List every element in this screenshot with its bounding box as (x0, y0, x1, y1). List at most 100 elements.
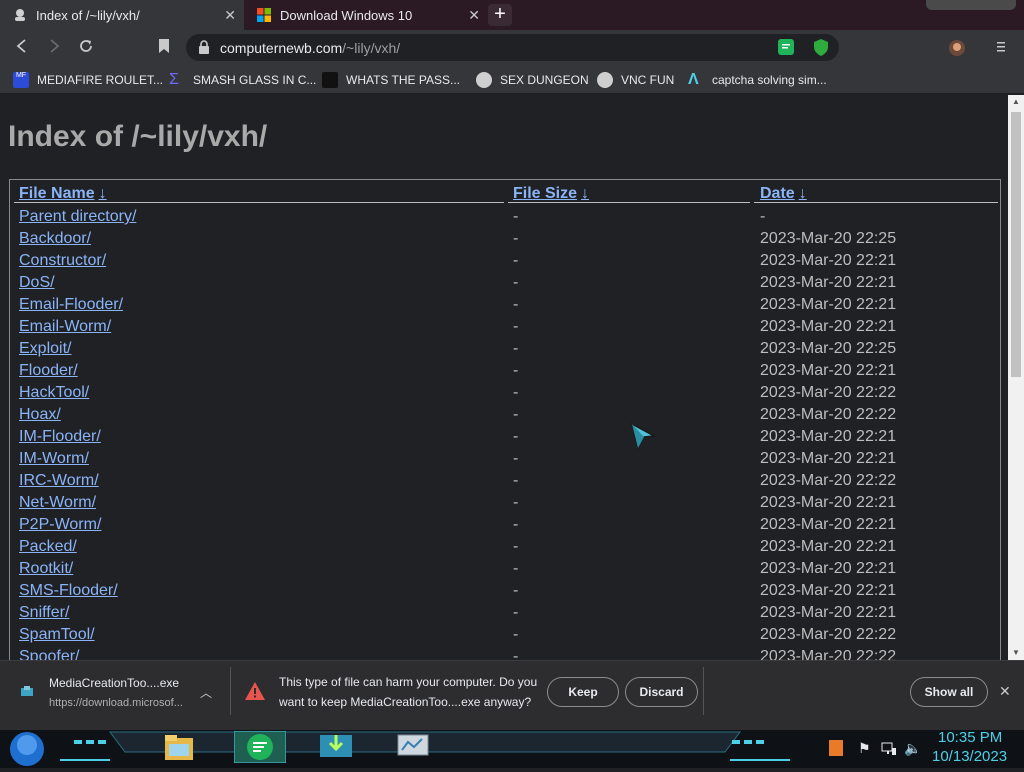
folder-link[interactable]: IRC-Worm/ (19, 472, 99, 490)
bookmark-label: VNC FUN (621, 73, 675, 87)
avatar[interactable] (949, 40, 965, 61)
clock-time[interactable]: 10:35 PM (938, 729, 1002, 746)
reload-icon[interactable] (78, 38, 94, 59)
chat-app-icon[interactable] (233, 730, 287, 768)
parent-directory-link[interactable]: Parent directory/ (19, 208, 136, 226)
tab-download-windows-10[interactable]: Download Windows 10 ✕ (244, 0, 488, 30)
shield-icon[interactable] (813, 39, 829, 61)
folder-link[interactable]: Constructor/ (19, 252, 106, 270)
folder-link[interactable]: Sniffer/ (19, 604, 69, 622)
bookmark-sex-dungeon[interactable]: SEX DUNGEON (476, 72, 589, 88)
header-divider (14, 202, 504, 203)
bookmark-mediafire-roulette[interactable]: MF MEDIAFIRE ROULET... (13, 72, 163, 88)
mouse-cursor-icon (630, 422, 656, 450)
scroll-down-icon[interactable]: ▼ (1012, 648, 1020, 657)
folder-link[interactable]: Flooder/ (19, 362, 78, 380)
folder-link[interactable]: Packed/ (19, 538, 77, 556)
discard-button[interactable]: Discard (625, 677, 698, 707)
close-icon[interactable]: ✕ (999, 683, 1011, 700)
date-cell: - (760, 208, 766, 225)
date-cell: 2023-Mar-20 22:21 (760, 560, 897, 577)
column-header-file-size[interactable]: File Size ↓ (513, 185, 589, 203)
folder-link[interactable]: P2P-Worm/ (19, 516, 101, 534)
back-icon[interactable] (14, 38, 30, 59)
table-row: Backdoor/ - 2023-Mar-20 22:25 (10, 230, 1000, 252)
file-size-cell: - (513, 516, 519, 533)
flag-icon[interactable]: ⚑ (858, 740, 871, 757)
lock-icon[interactable] (198, 40, 210, 59)
folder-link[interactable]: Email-Flooder/ (19, 296, 123, 314)
new-tab-button[interactable]: + (488, 4, 512, 26)
file-size-cell: - (513, 230, 519, 247)
date-cell: 2023-Mar-20 22:22 (760, 648, 897, 660)
bookmark-whats-the-pass[interactable]: WHATS THE PASS... (322, 72, 460, 88)
folder-link[interactable]: DoS/ (19, 274, 55, 292)
scrollbar-thumb[interactable] (1011, 112, 1021, 377)
extension-chat-icon[interactable] (778, 39, 794, 60)
file-size-cell: - (513, 494, 519, 511)
divider (230, 667, 231, 715)
table-row: Sniffer/ - 2023-Mar-20 22:21 (10, 604, 1000, 626)
tab-title: Download Windows 10 (280, 7, 413, 23)
window-controls[interactable] (926, 0, 1016, 10)
vm-icon (597, 72, 613, 88)
scroll-up-icon[interactable]: ▲ (1012, 97, 1020, 106)
column-header-date[interactable]: Date ↓ (760, 185, 807, 203)
keep-button[interactable]: Keep (547, 677, 619, 707)
chevron-up-icon[interactable]: ︿ (200, 684, 212, 701)
menu-icon[interactable] (996, 40, 1006, 59)
file-listing-table: File Name ↓ File Size ↓ Date ↓ Parent direc… (9, 179, 1001, 660)
folder-link[interactable]: Rootkit/ (19, 560, 73, 578)
table-row: Constructor/ - 2023-Mar-20 22:21 (10, 252, 1000, 274)
file-explorer-icon[interactable] (163, 732, 195, 767)
bookmark-smash-glass[interactable]: Σ SMASH GLASS IN C... (169, 72, 316, 88)
file-size-cell: - (513, 450, 519, 467)
table-row: Rootkit/ - 2023-Mar-20 22:21 (10, 560, 1000, 582)
column-header-file-name[interactable]: File Name ↓ (19, 185, 107, 203)
forward-icon[interactable] (46, 38, 62, 59)
date-cell: 2023-Mar-20 22:21 (760, 538, 897, 555)
page-icon (15, 9, 25, 21)
file-size-cell: - (513, 428, 519, 445)
folder-link[interactable]: SMS-Flooder/ (19, 582, 118, 600)
show-all-button[interactable]: Show all (910, 677, 988, 707)
folder-link[interactable]: Backdoor/ (19, 230, 91, 248)
tab-index-of-vxh[interactable]: Index of /~lily/vxh/ ✕ (0, 0, 244, 30)
url-text[interactable]: computernewb.com/~lily/vxh/ (220, 40, 400, 56)
folder-link[interactable]: Hoax/ (19, 406, 61, 424)
bookmark-vnc-fun[interactable]: VNC FUN (597, 72, 674, 88)
file-size-cell: - (513, 582, 519, 599)
network-icon[interactable] (881, 740, 897, 761)
table-row: Flooder/ - 2023-Mar-20 22:21 (10, 362, 1000, 384)
folder-link[interactable]: Net-Worm/ (19, 494, 96, 512)
folder-link[interactable]: HackTool/ (19, 384, 89, 402)
date-cell: 2023-Mar-20 22:21 (760, 516, 897, 533)
file-size-cell: - (513, 208, 519, 225)
file-size-cell: - (513, 472, 519, 489)
bookmark-captcha-solving[interactable]: Λ captcha solving sim... (688, 72, 827, 88)
clock-date[interactable]: 10/13/2023 (932, 748, 1007, 765)
tab-title: Index of /~lily/vxh/ (36, 7, 140, 23)
folder-link[interactable]: Spoofer/ (19, 648, 79, 660)
bookmark-label: SEX DUNGEON (500, 73, 589, 87)
folder-link[interactable]: IM-Flooder/ (19, 428, 101, 446)
header-divider (508, 202, 750, 203)
download-app-icon[interactable] (317, 731, 355, 766)
app-tray-icon[interactable] (829, 740, 843, 761)
download-filename[interactable]: MediaCreationToo....exe (49, 676, 179, 690)
folder-link[interactable]: IM-Worm/ (19, 450, 89, 468)
volume-icon[interactable]: 🔈 (904, 740, 921, 757)
bookmark-icon[interactable] (157, 38, 171, 59)
date-cell: 2023-Mar-20 22:21 (760, 604, 897, 621)
close-icon[interactable]: ✕ (468, 7, 480, 24)
vm-icon (476, 72, 492, 88)
file-size-cell: - (513, 384, 519, 401)
file-size-cell: - (513, 560, 519, 577)
monitor-app-icon[interactable] (396, 732, 430, 767)
folder-link[interactable]: Exploit/ (19, 340, 71, 358)
folder-link[interactable]: SpamTool/ (19, 626, 95, 644)
start-button[interactable] (9, 731, 45, 772)
table-row: Exploit/ - 2023-Mar-20 22:25 (10, 340, 1000, 362)
folder-link[interactable]: Email-Worm/ (19, 318, 111, 336)
close-icon[interactable]: ✕ (224, 7, 236, 24)
